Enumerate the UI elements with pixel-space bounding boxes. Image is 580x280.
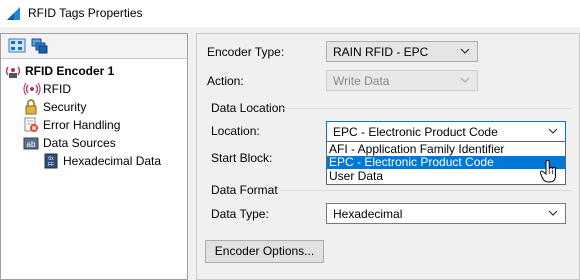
chevron-down-icon [548,128,558,134]
window-title: RFID Tags Properties [28,6,143,20]
tree-pane: RFID Encoder 1 RFID Security Error Handl… [0,33,188,280]
app-icon [6,6,21,21]
action-select[interactable]: Write Data [326,70,478,91]
location-select[interactable]: EPC - Electronic Product Code [326,121,566,142]
error-page-icon [24,117,38,132]
tree-item-label: Error Handling [43,118,121,132]
encoder-options-button[interactable]: Encoder Options... [205,240,324,263]
hand-cursor-icon [540,160,556,183]
encoder-type-value: RAIN RFID - EPC [333,45,429,59]
tree-item-label: Data Sources [43,136,116,150]
data-location-heading: Data Location [211,101,286,115]
data-type-select[interactable]: Hexadecimal [326,203,566,224]
tree-view-icon[interactable] [8,37,26,54]
tree-item-label: Security [43,100,87,114]
location-option-user-data[interactable]: User Data [327,170,565,183]
svg-text:FF: FF [48,162,54,168]
action-label: Action: [207,74,244,88]
tree-toolbar [1,34,187,59]
location-label: Location: [211,124,260,138]
encoder-type-select[interactable]: RAIN RFID - EPC [326,41,478,62]
svg-text:ab: ab [27,140,36,149]
tree-item-label: RFID [43,82,71,96]
chevron-down-icon [460,77,470,83]
location-option-epc[interactable]: EPC - Electronic Product Code [327,156,565,169]
rfid-waves-icon [23,82,41,96]
start-block-label: Start Block: [211,151,273,165]
data-format-heading: Data Format [211,183,278,197]
data-format-divider [280,190,572,191]
tree-item-label: Hexadecimal Data [63,154,162,168]
action-value: Write Data [333,74,390,88]
location-dropdown-list: AFI - Application Family Identifier EPC … [326,141,566,185]
hex-data-icon: 0x FF [44,153,58,169]
location-value: EPC - Electronic Product Code [333,125,498,139]
title-bar: RFID Tags Properties [0,0,580,27]
chevron-down-icon [460,48,470,54]
encoder-type-label: Encoder Type: [207,45,285,59]
data-type-label: Data Type: [211,207,269,221]
data-location-divider [282,108,572,109]
data-type-value: Hexadecimal [333,207,403,221]
lock-icon [25,99,37,115]
tree-root-label: RFID Encoder 1 [25,64,115,78]
chevron-down-icon [548,210,558,216]
rfid-encoder-icon [5,66,21,78]
data-source-icon: ab [23,137,39,150]
categories-view-icon[interactable] [30,37,48,54]
